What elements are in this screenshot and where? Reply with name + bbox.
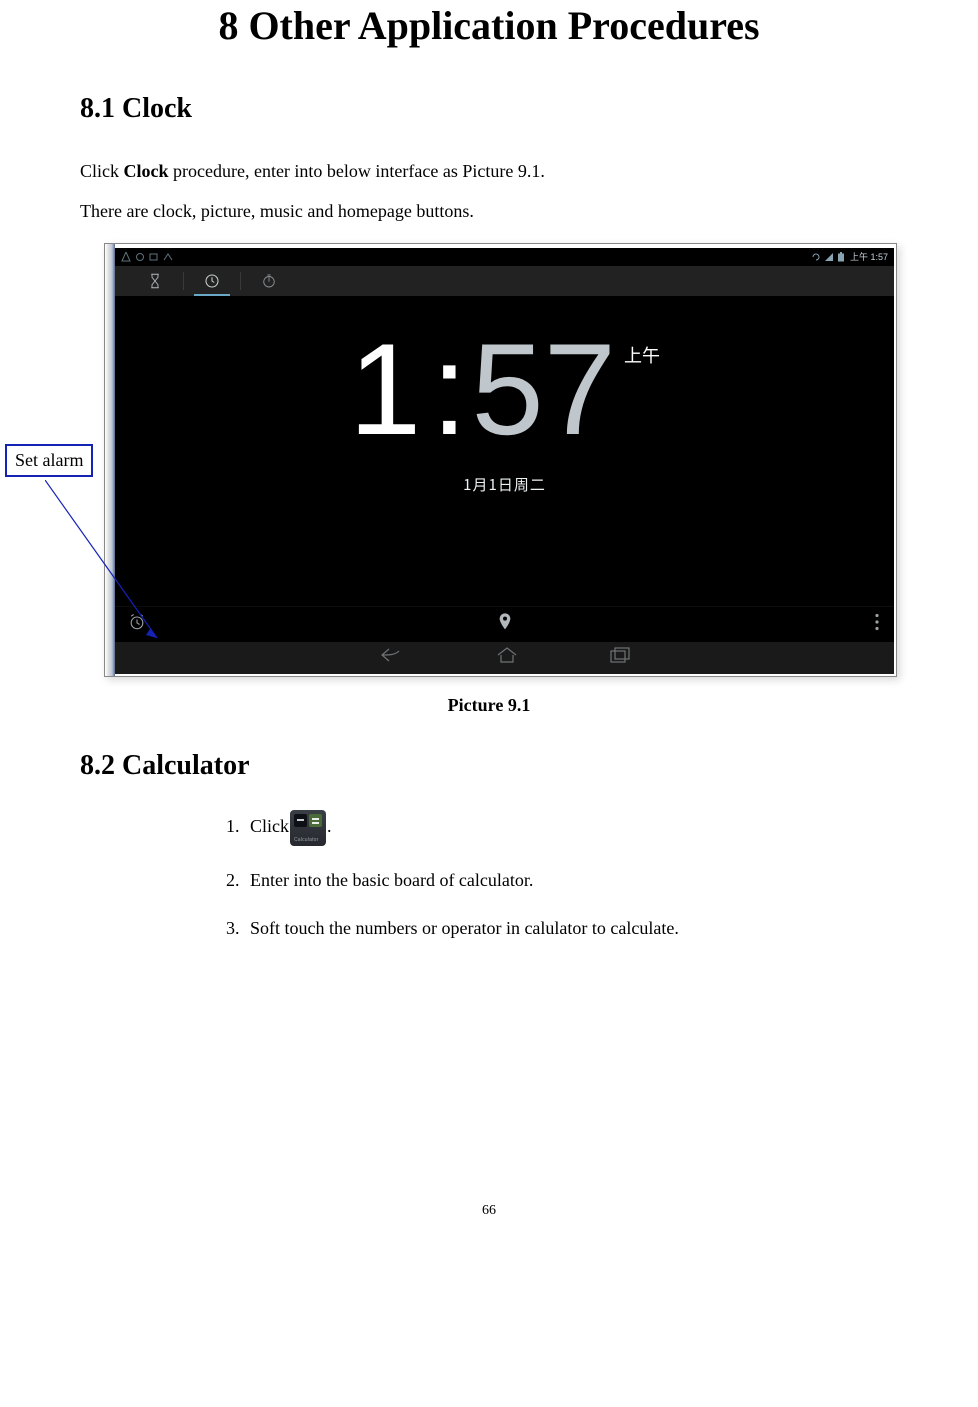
back-icon [379, 646, 405, 664]
clock-ampm: 上午 [624, 342, 660, 368]
clock-display: 1 : 57 上午 1月1日周二 [115, 296, 894, 604]
calculator-app-icon: Calculator [290, 810, 326, 846]
status-icon [163, 252, 173, 262]
page-number: 66 [80, 1203, 898, 1239]
clock-hour: 1 [349, 324, 421, 454]
overflow-menu-button[interactable] [874, 613, 880, 636]
clock-bottom-bar [115, 606, 894, 642]
figure-9-1: 上午 1:57 1 : 57 [104, 243, 897, 677]
step-2-text: Enter into the basic board of calculator… [250, 870, 533, 890]
step-1-text-b: . [327, 816, 332, 836]
section-8-1-paragraph-2: There are clock, picture, music and home… [80, 193, 898, 231]
location-button[interactable] [497, 612, 513, 637]
calculator-steps: Click Calculator . Enter into the basic … [244, 810, 898, 944]
hourglass-icon [146, 272, 164, 290]
status-time: 上午 1:57 [850, 250, 888, 263]
section-8-1-title: 8.1 Clock [80, 93, 898, 125]
recents-icon [609, 646, 631, 664]
clock-date: 1月1日周二 [463, 474, 546, 495]
section-8-2-title: 8.2 Calculator [80, 750, 898, 782]
tab-stopwatch[interactable] [241, 266, 297, 296]
nav-home-button[interactable] [495, 646, 519, 669]
tab-timer[interactable] [127, 266, 183, 296]
nav-recents-button[interactable] [609, 646, 631, 669]
sync-status-icon [811, 252, 821, 262]
figure-left-edge [105, 244, 115, 676]
set-alarm-callout: Set alarm [5, 444, 93, 477]
signal-icon [824, 252, 834, 262]
clock-term: Clock [124, 161, 169, 181]
screenshot: 上午 1:57 1 : 57 [115, 248, 894, 674]
step-2: Enter into the basic board of calculator… [244, 866, 898, 895]
text-fragment: procedure, enter into below interface as… [169, 161, 545, 181]
overflow-icon [874, 613, 880, 631]
alarm-button[interactable] [127, 612, 147, 637]
figure-caption: Picture 9.1 [80, 695, 898, 716]
clock-colon: : [431, 324, 467, 454]
status-icon [149, 252, 159, 262]
alarm-status-icon [135, 252, 145, 262]
status-bar: 上午 1:57 [115, 248, 894, 266]
nav-back-button[interactable] [379, 646, 405, 669]
clock-minute: 57 [471, 324, 616, 454]
stopwatch-icon [260, 272, 278, 290]
alarm-icon [127, 612, 147, 632]
battery-icon [837, 252, 847, 262]
text-fragment: Click [80, 161, 124, 181]
step-1: Click Calculator . [244, 810, 898, 846]
tab-clock[interactable] [184, 266, 240, 296]
home-icon [495, 646, 519, 664]
step-3-text: Soft touch the numbers or operator in ca… [250, 918, 679, 938]
location-pin-icon [497, 612, 513, 632]
status-icon [121, 252, 131, 262]
clock-icon [203, 272, 221, 290]
calculator-icon-label: Calculator [294, 836, 319, 844]
clock-tabs [115, 266, 894, 296]
section-8-1-paragraph-1: Click Clock procedure, enter into below … [80, 153, 898, 191]
step-3: Soft touch the numbers or operator in ca… [244, 914, 898, 943]
system-nav-bar [115, 642, 894, 674]
step-1-text-a: Click [250, 816, 289, 836]
chapter-title: 8 Other Application Procedures [80, 0, 898, 49]
